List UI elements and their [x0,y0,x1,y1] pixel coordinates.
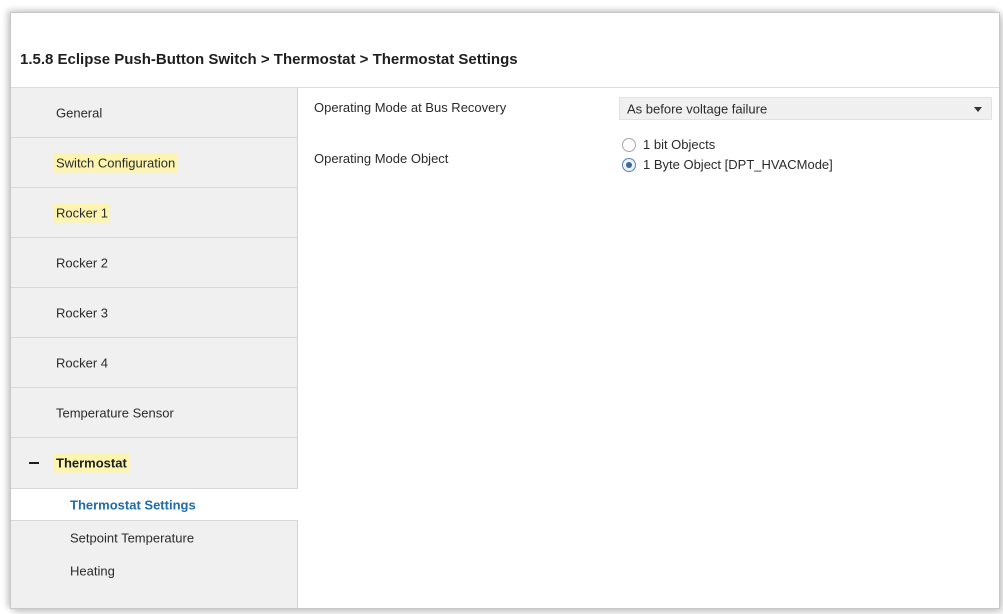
sidebar-item-switch-configuration[interactable]: Switch Configuration [11,138,298,188]
sidebar-subitem-label: Thermostat Settings [70,497,196,512]
sidebar: General Switch Configuration Rocker 1 Ro… [11,88,301,608]
sidebar-item-temperature-sensor[interactable]: Temperature Sensor [11,388,298,438]
sidebar-subitem-label: Setpoint Temperature [70,530,195,545]
sidebar-item-rocker-1[interactable]: Rocker 1 [11,188,298,238]
sidebar-subitem-label: Heating [70,563,115,578]
breadcrumb-title: 1.5.8 Eclipse Push-Button Switch > Therm… [20,51,518,68]
bus-recovery-value: As before voltage failure [627,101,768,116]
title-bar: 1.5.8 Eclipse Push-Button Switch > Therm… [11,13,999,88]
radio-label: 1 bit Objects [643,137,716,152]
sidebar-item-label: Rocker 1 [54,203,111,222]
radio-dot-icon [626,162,632,168]
radio-checked-icon [622,158,636,172]
sidebar-item-rocker-3[interactable]: Rocker 3 [11,288,298,338]
sidebar-item-label: Thermostat [54,453,129,473]
caret-down-icon [974,107,982,112]
sidebar-item-label: Switch Configuration [54,153,178,172]
sidebar-item-label: Rocker 2 [56,255,109,270]
parameter-panel: Operating Mode at Bus Recovery As before… [298,88,999,608]
bus-recovery-label: Operating Mode at Bus Recovery [314,100,507,115]
sidebar-item-label: Rocker 3 [56,305,109,320]
collapse-minus-icon[interactable] [29,462,39,464]
radio-label: 1 Byte Object [DPT_HVACMode] [643,157,833,172]
sidebar-item-general[interactable]: General [11,88,298,138]
sidebar-item-rocker-2[interactable]: Rocker 2 [11,238,298,288]
sidebar-item-rocker-4[interactable]: Rocker 4 [11,338,298,388]
sidebar-subitem-setpoint-temperature[interactable]: Setpoint Temperature [11,521,298,554]
mode-object-label: Operating Mode Object [314,151,449,166]
bus-recovery-select[interactable]: As before voltage failure [619,97,992,120]
sidebar-subitem-thermostat-settings[interactable]: Thermostat Settings [11,488,301,521]
sidebar-item-label: General [56,105,103,120]
sidebar-subitem-heating[interactable]: Heating [11,554,298,587]
sidebar-item-label: Temperature Sensor [56,405,174,420]
radio-unchecked-icon [622,138,636,152]
sidebar-item-thermostat[interactable]: Thermostat [11,438,298,488]
app-window: 1.5.8 Eclipse Push-Button Switch > Therm… [10,12,1000,609]
sidebar-item-label: Rocker 4 [56,355,109,370]
